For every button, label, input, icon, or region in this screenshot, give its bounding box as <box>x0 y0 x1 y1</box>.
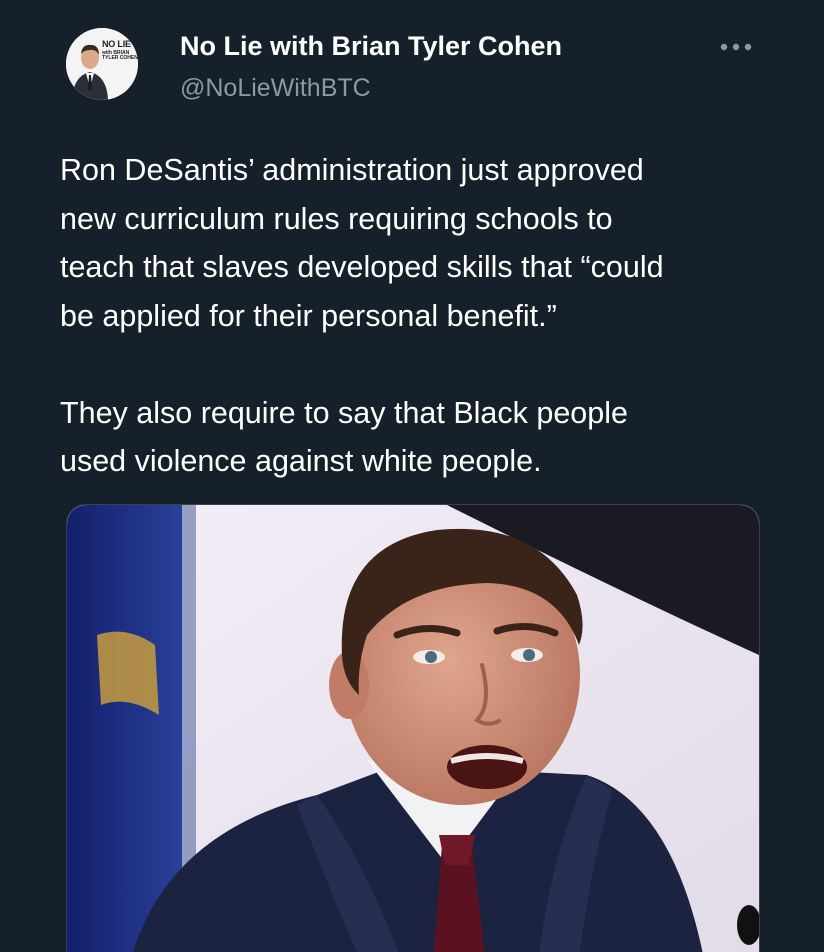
tweet-media-photo[interactable] <box>66 504 760 952</box>
tweet-card[interactable]: NO LIE with BRIAN TYLER COHEN No Lie wit… <box>0 0 824 952</box>
tweet-text-line: new curriculum rules requiring schools t… <box>60 201 613 236</box>
author-handle[interactable]: @NoLieWithBTC <box>180 74 371 103</box>
tweet-text-line: They also require to say that Black peop… <box>60 395 628 430</box>
avatar-logo: NO LIE with BRIAN TYLER COHEN <box>102 40 138 62</box>
tweet-text-line: teach that slaves developed skills that … <box>60 250 664 284</box>
avatar[interactable]: NO LIE with BRIAN TYLER COHEN <box>66 28 138 100</box>
tweet-text-line: used violence against white people. <box>60 444 542 478</box>
avatar-logo-title: NO LIE <box>102 39 131 49</box>
photo-of-speaker <box>67 505 759 952</box>
tweet-text: Ron DeSantis’ administration just approv… <box>60 146 780 486</box>
tweet-text-line: Ron DeSantis’ administration just approv… <box>60 153 644 187</box>
avatar-logo-subtitle: with BRIAN TYLER COHEN <box>102 50 138 62</box>
more-horizontal-icon <box>720 43 752 51</box>
more-options-button[interactable] <box>712 30 760 64</box>
author-name[interactable]: No Lie with Brian Tyler Cohen <box>180 31 562 62</box>
tweet-text-line: be applied for their personal benefit.” <box>60 298 557 333</box>
